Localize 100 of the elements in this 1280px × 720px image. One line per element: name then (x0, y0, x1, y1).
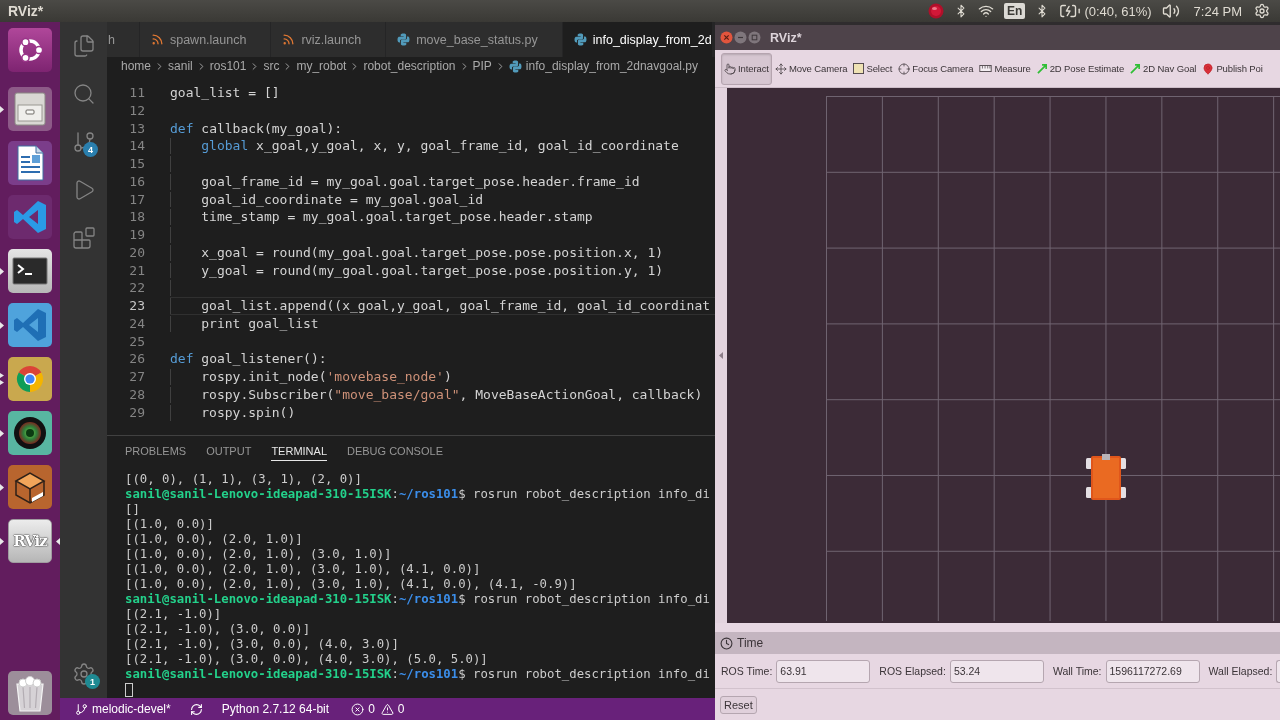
browser-logo-icon[interactable] (8, 357, 52, 401)
reset-button[interactable]: Reset (720, 695, 757, 714)
breadcrumb-item[interactable]: info_display_from_2dnavgoal.py (525, 59, 698, 73)
terminal-prompt-line: sanil@sanil-Lenovo-ideapad-310-15ISK:~/ros101$ rosrun robot_description info_di (125, 487, 711, 502)
code-line: x_goal = round(my_goal.goal.target_pose.pose.position.x, 1) (201, 243, 664, 262)
terminal-line: [] (125, 502, 141, 517)
line-number: 15 (128, 155, 145, 173)
files-icon[interactable] (71, 34, 96, 58)
terminal-prompt-line: sanil@sanil-Lenovo-ideapad-310-15ISK:~/ros101$ rosrun robot_description info_di (125, 667, 711, 682)
code-line: global x_goal,y_goal, x, y, goal_frame_id, goal_id_coordinate (201, 137, 679, 156)
search-icon[interactable] (71, 82, 96, 106)
tool-button[interactable]: Publish Poi (1199, 52, 1266, 85)
tool-button[interactable]: 2D Pose Estimate (1033, 52, 1128, 85)
line-number: 14 (128, 137, 145, 156)
blocks-icon[interactable] (71, 226, 96, 250)
tool-button[interactable]: Move Camera (771, 52, 851, 85)
diagonal-arrow-icon (1036, 63, 1048, 74)
launcher-home-icon[interactable] (8, 28, 52, 72)
branch-icon[interactable] (71, 130, 96, 154)
time-field[interactable]: 1596117272.69 (1105, 659, 1200, 683)
code-line: goal_list = [] (170, 84, 280, 102)
code-line: rospy.spin() (201, 403, 296, 422)
line-number: 17 (128, 190, 145, 209)
speaker-icon[interactable] (1161, 2, 1180, 20)
line-number: 25 (128, 332, 145, 351)
python-file-icon (508, 59, 522, 73)
panel-tab[interactable]: OUTPUT (206, 441, 252, 461)
window-title: RViz* (770, 30, 802, 45)
code-line: print goal_list (201, 314, 319, 333)
terminal-icon[interactable] (8, 249, 52, 293)
line-number: 26 (128, 350, 145, 369)
ribbon-logo-icon[interactable] (8, 195, 52, 239)
box-icon[interactable] (8, 465, 52, 509)
breadcrumb-item[interactable]: home (121, 59, 152, 73)
editor-tab[interactable]: spawn.launch (139, 22, 272, 57)
app-launcher-button[interactable]: RViz (8, 519, 52, 563)
breadcrumb-item[interactable]: PIP (472, 59, 492, 73)
line-number: 29 (128, 403, 145, 422)
notification-badge: 4 (83, 142, 98, 157)
selection-square-icon (853, 63, 865, 74)
terminal-line: [(1.0, 0.0), (2.0, 1.0), (3.0, 1.0), (4.1, 0.0)] (125, 562, 482, 577)
tool-button[interactable]: Select (850, 52, 896, 85)
time-field[interactable] (1276, 659, 1280, 683)
camera-lens-icon[interactable] (8, 411, 52, 455)
terminal-line: [(2.1, -1.0), (3.0, 0.0), (4.0, 3.0), (5.0, 5.0)] (125, 652, 489, 667)
gear-icon[interactable] (1254, 3, 1270, 19)
panel-tab[interactable]: PROBLEMS (125, 441, 187, 461)
terminal-line: [(0, 0), (1, 1), (3, 1), (2, 0)] (125, 472, 363, 487)
tool-button[interactable]: Interact (721, 52, 772, 85)
breadcrumb-item[interactable]: ros101 (209, 59, 247, 73)
breadcrumb-item[interactable]: sanil (168, 59, 193, 73)
terminal-cursor (125, 683, 133, 697)
line-number: 28 (128, 386, 145, 404)
notification-badge: 1 (85, 674, 100, 689)
clock[interactable]: 7:24 PM (1193, 3, 1242, 19)
code-line: def goal_listener(): (170, 350, 327, 369)
interpreter-status-button[interactable]: Python 2.7.12 64-bit (218, 698, 333, 720)
sync-icon[interactable] (189, 702, 203, 716)
battery-status[interactable]: (0:40, 61%) (1084, 3, 1152, 19)
keyboard-layout-indicator[interactable]: En (1004, 3, 1026, 19)
line-number: 23 (128, 297, 145, 315)
settings-icon[interactable] (71, 662, 96, 686)
line-number: 16 (128, 172, 145, 191)
warning-icon (380, 702, 394, 716)
panel-tab[interactable]: TERMINAL (271, 441, 327, 461)
tool-button[interactable]: Focus Camera (895, 52, 977, 85)
minimize-button[interactable] (734, 31, 747, 44)
map-pin-icon (1202, 62, 1215, 75)
document-icon[interactable] (8, 141, 52, 185)
code-line: rospy.Subscriber("move_base/goal", MoveBaseActionGoal, callback) (201, 386, 703, 404)
problems-status-button[interactable]: 0 0 (348, 698, 408, 720)
line-number: 21 (128, 261, 145, 280)
rss-feed-icon (150, 33, 164, 46)
terminal-line: [(1.0, 0.0), (2.0, 1.0), (3.0, 1.0), (4.1, 0.0), (4.1, -0.9)] (125, 577, 578, 592)
code-line: goal_frame_id = my_goal.goal.target_pose.header.frame_id (201, 172, 640, 191)
record-indicator-icon[interactable] (928, 3, 945, 19)
time-field[interactable]: 53.24 (949, 659, 1044, 683)
close-button[interactable] (720, 31, 733, 44)
breadcrumb-item[interactable]: robot_description (363, 59, 456, 73)
line-number: 22 (128, 279, 145, 298)
editor-tab[interactable]: info_display_from_2d (562, 22, 712, 57)
tool-button[interactable]: 2D Nav Goal (1127, 52, 1200, 85)
branch-status-button[interactable]: melodic-devel* (72, 698, 174, 720)
crosshair-icon (898, 62, 911, 75)
trash-bin-icon[interactable] (8, 671, 52, 715)
file-cabinet-icon[interactable] (8, 87, 52, 131)
wifi-icon[interactable] (978, 3, 995, 19)
editor-tab[interactable]: h (107, 22, 140, 57)
breadcrumb-item[interactable]: my_robot (296, 59, 347, 73)
breadcrumb-item[interactable]: src (263, 59, 280, 73)
editor-tab[interactable]: rviz.launch (271, 22, 387, 57)
time-field[interactable]: 63.91 (776, 659, 871, 683)
line-number: 24 (128, 314, 145, 333)
line-number: 19 (128, 226, 145, 244)
panel-tab[interactable]: DEBUG CONSOLE (347, 441, 443, 461)
terminal-line: [(1.0, 0.0), (2.0, 1.0)] (125, 532, 304, 547)
line-number: 12 (128, 101, 145, 120)
collapse-handle-icon[interactable] (719, 352, 723, 359)
tool-button[interactable]: Measure (976, 52, 1034, 85)
editor-tab[interactable]: move_base_status.py (386, 22, 563, 57)
